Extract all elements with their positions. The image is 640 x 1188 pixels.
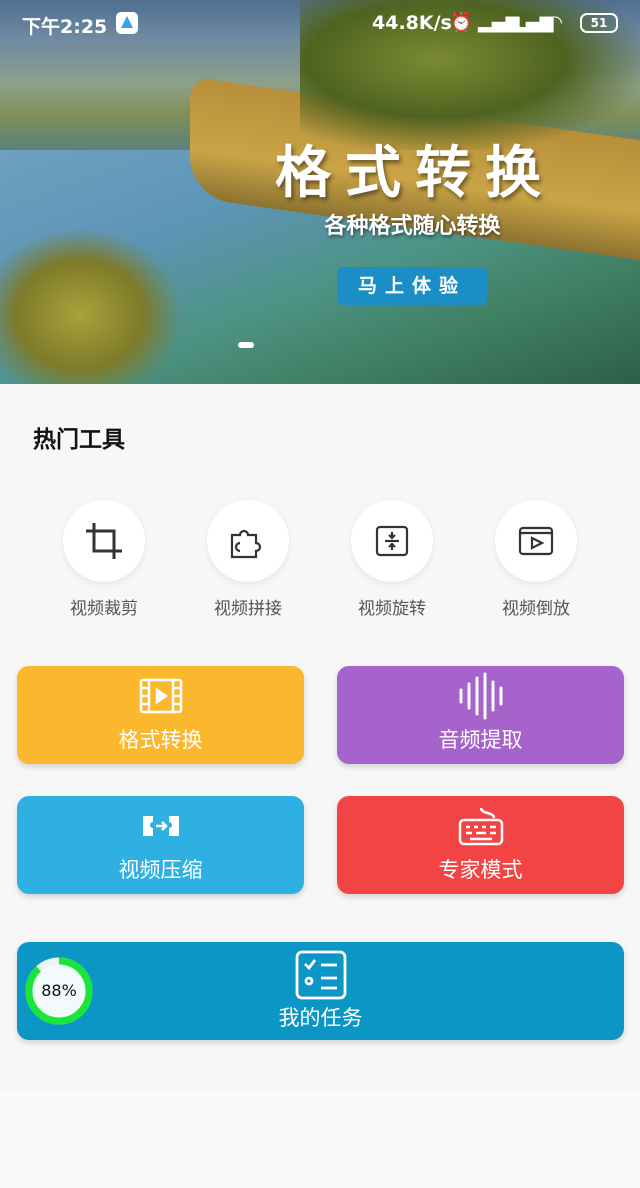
banner-shrub (0, 230, 180, 384)
status-time: 下午2:25 (22, 16, 108, 38)
card-label: 音频提取 (438, 728, 523, 752)
wifi-icon: ◠ (548, 12, 562, 33)
tool-label: 视频裁剪 (70, 599, 138, 619)
tool-video-merge[interactable]: 视频拼接 (188, 500, 308, 619)
card-label: 专家模式 (438, 858, 523, 882)
task-list-icon (295, 950, 347, 1004)
tool-video-reverse[interactable]: 视频倒放 (476, 500, 596, 619)
network-speed: 44.8K/s (372, 12, 452, 34)
tool-video-crop[interactable]: 视频裁剪 (44, 500, 164, 619)
battery-icon: 51 (580, 13, 618, 33)
reverse-play-icon[interactable] (495, 500, 577, 582)
film-icon (17, 674, 304, 718)
banner-subtitle: 各种格式随心转换 (324, 214, 501, 239)
alarm-icon: ⏰ (450, 12, 473, 33)
card-label: 格式转换 (118, 728, 203, 752)
tool-label: 视频拼接 (214, 599, 282, 619)
audio-extract-button[interactable]: 音频提取 (337, 666, 624, 764)
expert-mode-button[interactable]: 专家模式 (337, 796, 624, 894)
tool-label: 视频倒放 (502, 599, 570, 619)
app-notification-icon (116, 12, 138, 34)
crop-icon[interactable] (63, 500, 145, 582)
puzzle-icon[interactable] (207, 500, 289, 582)
banner-title: 格式转换 (275, 141, 555, 206)
format-convert-button[interactable]: 格式转换 (17, 666, 304, 764)
keyboard-icon (337, 804, 624, 848)
hero-banner[interactable]: 下午2:25 44.8K/s ⏰ ▂▄▆ ▂▄▆ ◠ 51 格式转换 各种格式随… (0, 0, 640, 384)
task-label: 我的任务 (278, 1006, 363, 1030)
status-bar: 下午2:25 44.8K/s ⏰ ▂▄▆ ▂▄▆ ◠ 51 (0, 0, 640, 46)
tool-label: 视频旋转 (358, 599, 426, 619)
soundwave-icon (337, 672, 624, 720)
hot-tools-title: 热门工具 (33, 427, 125, 453)
video-compress-button[interactable]: 视频压缩 (17, 796, 304, 894)
my-tasks-button[interactable]: 88% 我的任务 (17, 942, 624, 1040)
rotate-icon[interactable] (351, 500, 433, 582)
tool-video-rotate[interactable]: 视频旋转 (332, 500, 452, 619)
compress-icon (17, 804, 304, 848)
bottom-area (0, 1090, 640, 1188)
try-now-button[interactable]: 马上体验 (337, 267, 487, 305)
carousel-indicator[interactable] (238, 342, 254, 348)
card-label: 视频压缩 (118, 858, 203, 882)
